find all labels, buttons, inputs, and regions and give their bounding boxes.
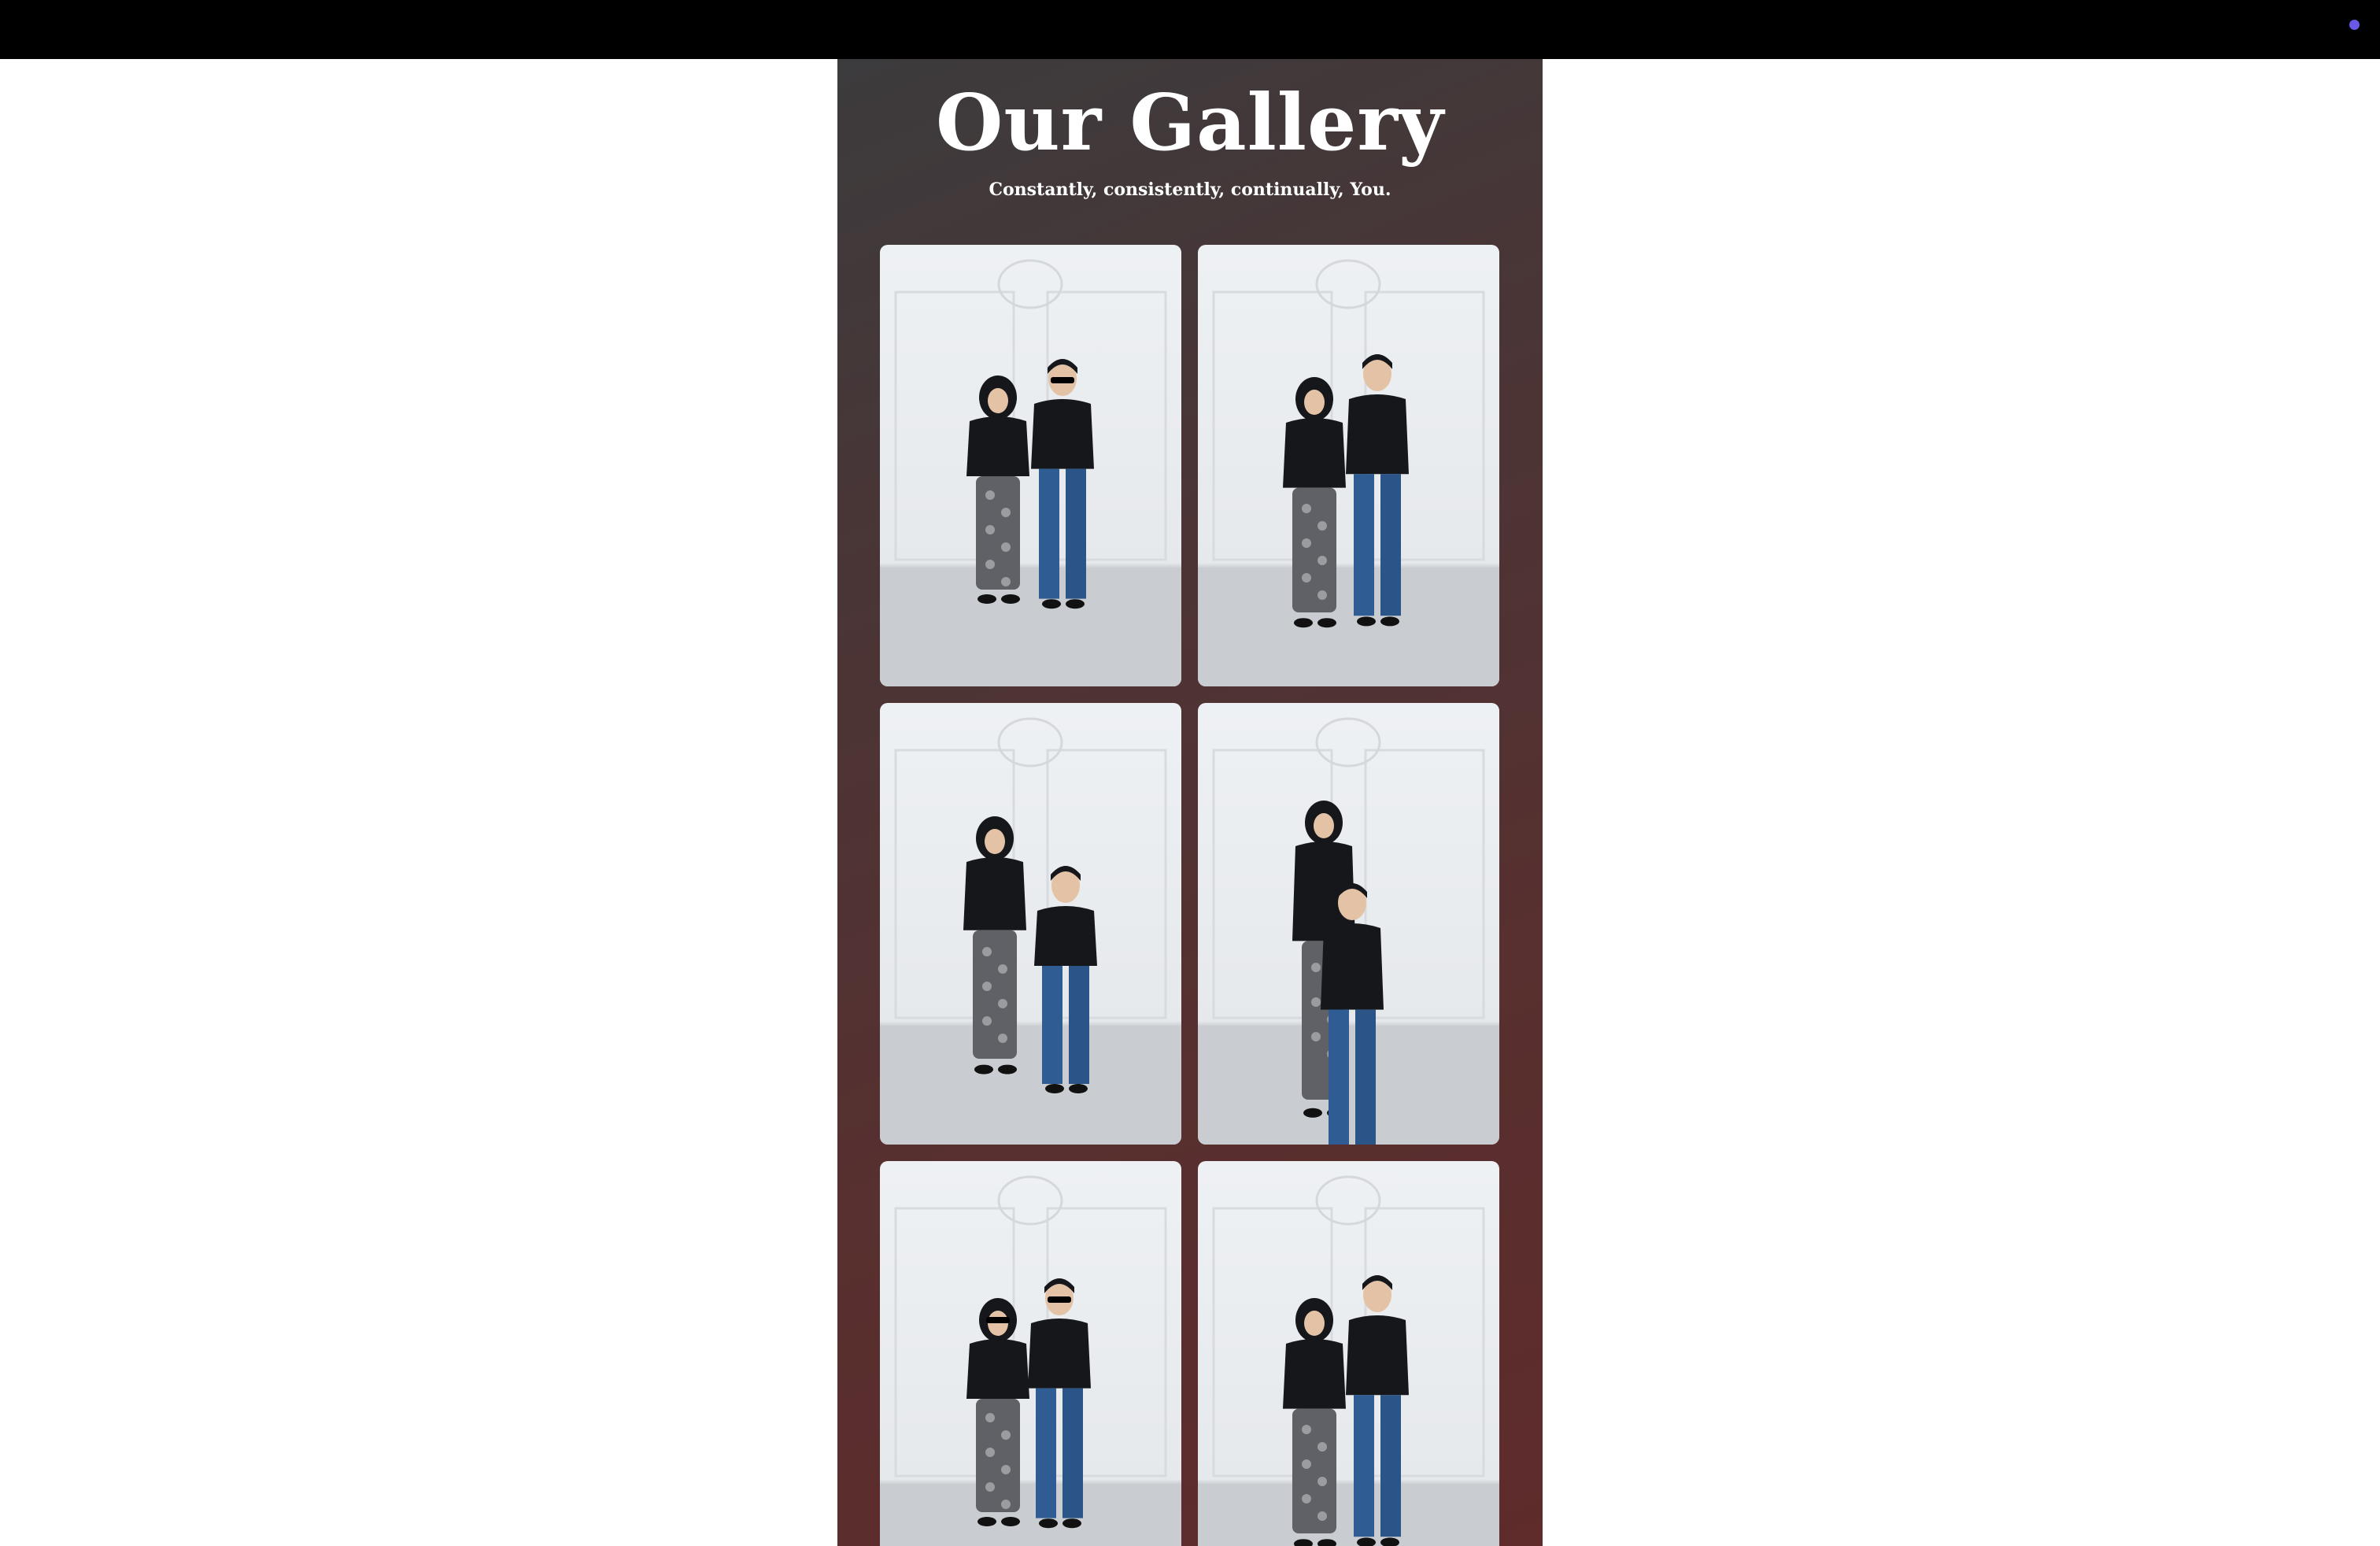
gallery-photo-1[interactable] bbox=[880, 245, 1181, 686]
photo-illustration bbox=[1198, 717, 1499, 1145]
photo-illustration bbox=[1198, 1175, 1499, 1546]
status-dot-icon bbox=[2349, 20, 2360, 30]
photo-grid bbox=[880, 245, 1499, 1546]
gallery-title: Our Gallery bbox=[936, 78, 1444, 168]
photo-illustration bbox=[880, 717, 1181, 1145]
gallery-photo-2[interactable] bbox=[1198, 245, 1499, 686]
gallery-subtitle: Constantly, consistently, continually, Y… bbox=[989, 179, 1391, 200]
gallery-photo-3[interactable] bbox=[880, 703, 1181, 1145]
gallery-photo-6[interactable] bbox=[1198, 1161, 1499, 1546]
gallery-photo-5[interactable] bbox=[880, 1161, 1181, 1546]
photo-illustration bbox=[1198, 259, 1499, 686]
photo-illustration bbox=[880, 259, 1181, 686]
top-bar bbox=[0, 0, 2380, 59]
gallery-photo-4[interactable] bbox=[1198, 703, 1499, 1145]
photo-illustration bbox=[880, 1175, 1181, 1546]
gallery-section: Our Gallery Constantly, consistently, co… bbox=[837, 59, 1543, 1546]
